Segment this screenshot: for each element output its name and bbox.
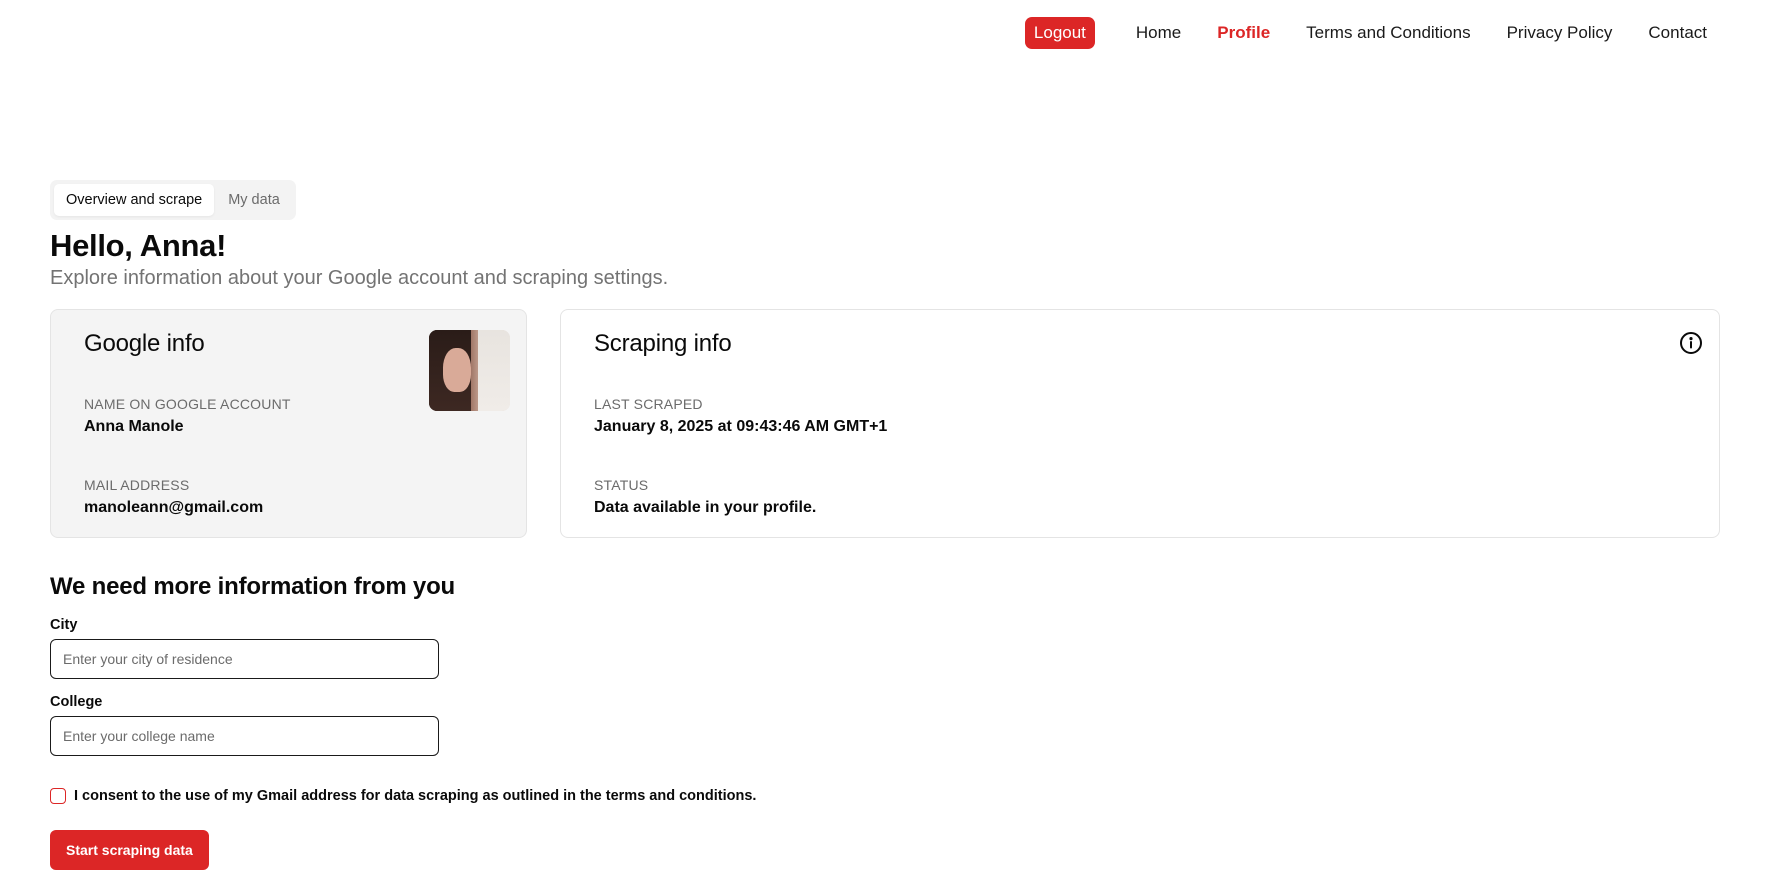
consent-row: I consent to the use of my Gmail address… bbox=[50, 788, 756, 804]
city-input[interactable] bbox=[50, 639, 439, 679]
form-title: We need more information from you bbox=[50, 573, 455, 600]
top-navigation: Logout Home Profile Terms and Conditions… bbox=[1024, 17, 1707, 49]
city-label: City bbox=[50, 617, 78, 633]
status-value: Data available in your profile. bbox=[594, 499, 817, 516]
scraping-info-card: Scraping info LAST SCRAPED January 8, 20… bbox=[560, 309, 1720, 538]
mail-address-label: MAIL ADDRESS bbox=[84, 477, 190, 493]
nav-link-contact[interactable]: Contact bbox=[1648, 23, 1707, 43]
college-input[interactable] bbox=[50, 716, 439, 756]
college-label: College bbox=[50, 694, 103, 710]
account-name-value: Anna Manole bbox=[84, 418, 184, 435]
page-title: Hello, Anna! bbox=[50, 228, 227, 263]
logout-button[interactable]: Logout bbox=[1024, 17, 1095, 49]
tab-my-data[interactable]: My data bbox=[216, 184, 292, 216]
page-subtitle: Explore information about your Google ac… bbox=[50, 267, 669, 289]
start-scraping-button[interactable]: Start scraping data bbox=[50, 830, 209, 870]
account-name-label: NAME ON GOOGLE ACCOUNT bbox=[84, 396, 291, 412]
google-info-card: Google info NAME ON GOOGLE ACCOUNT Anna … bbox=[50, 309, 527, 538]
nav-link-home[interactable]: Home bbox=[1136, 23, 1181, 43]
mail-address-value: manoleann@gmail.com bbox=[84, 499, 264, 516]
last-scraped-value: January 8, 2025 at 09:43:46 AM GMT+1 bbox=[594, 418, 888, 435]
avatar bbox=[429, 330, 510, 411]
scraping-info-title: Scraping info bbox=[594, 330, 732, 357]
consent-text: I consent to the use of my Gmail address… bbox=[74, 788, 757, 804]
tab-overview-and-scrape[interactable]: Overview and scrape bbox=[54, 184, 215, 216]
google-info-title: Google info bbox=[84, 330, 205, 357]
nav-link-profile[interactable]: Profile bbox=[1217, 23, 1270, 43]
nav-link-terms[interactable]: Terms and Conditions bbox=[1306, 23, 1470, 43]
consent-checkbox[interactable] bbox=[50, 788, 66, 804]
status-label: STATUS bbox=[594, 477, 649, 493]
info-icon[interactable] bbox=[1679, 331, 1703, 355]
last-scraped-label: LAST SCRAPED bbox=[594, 396, 703, 412]
nav-link-privacy[interactable]: Privacy Policy bbox=[1507, 23, 1613, 43]
tab-list: Overview and scrape My data bbox=[50, 180, 296, 220]
